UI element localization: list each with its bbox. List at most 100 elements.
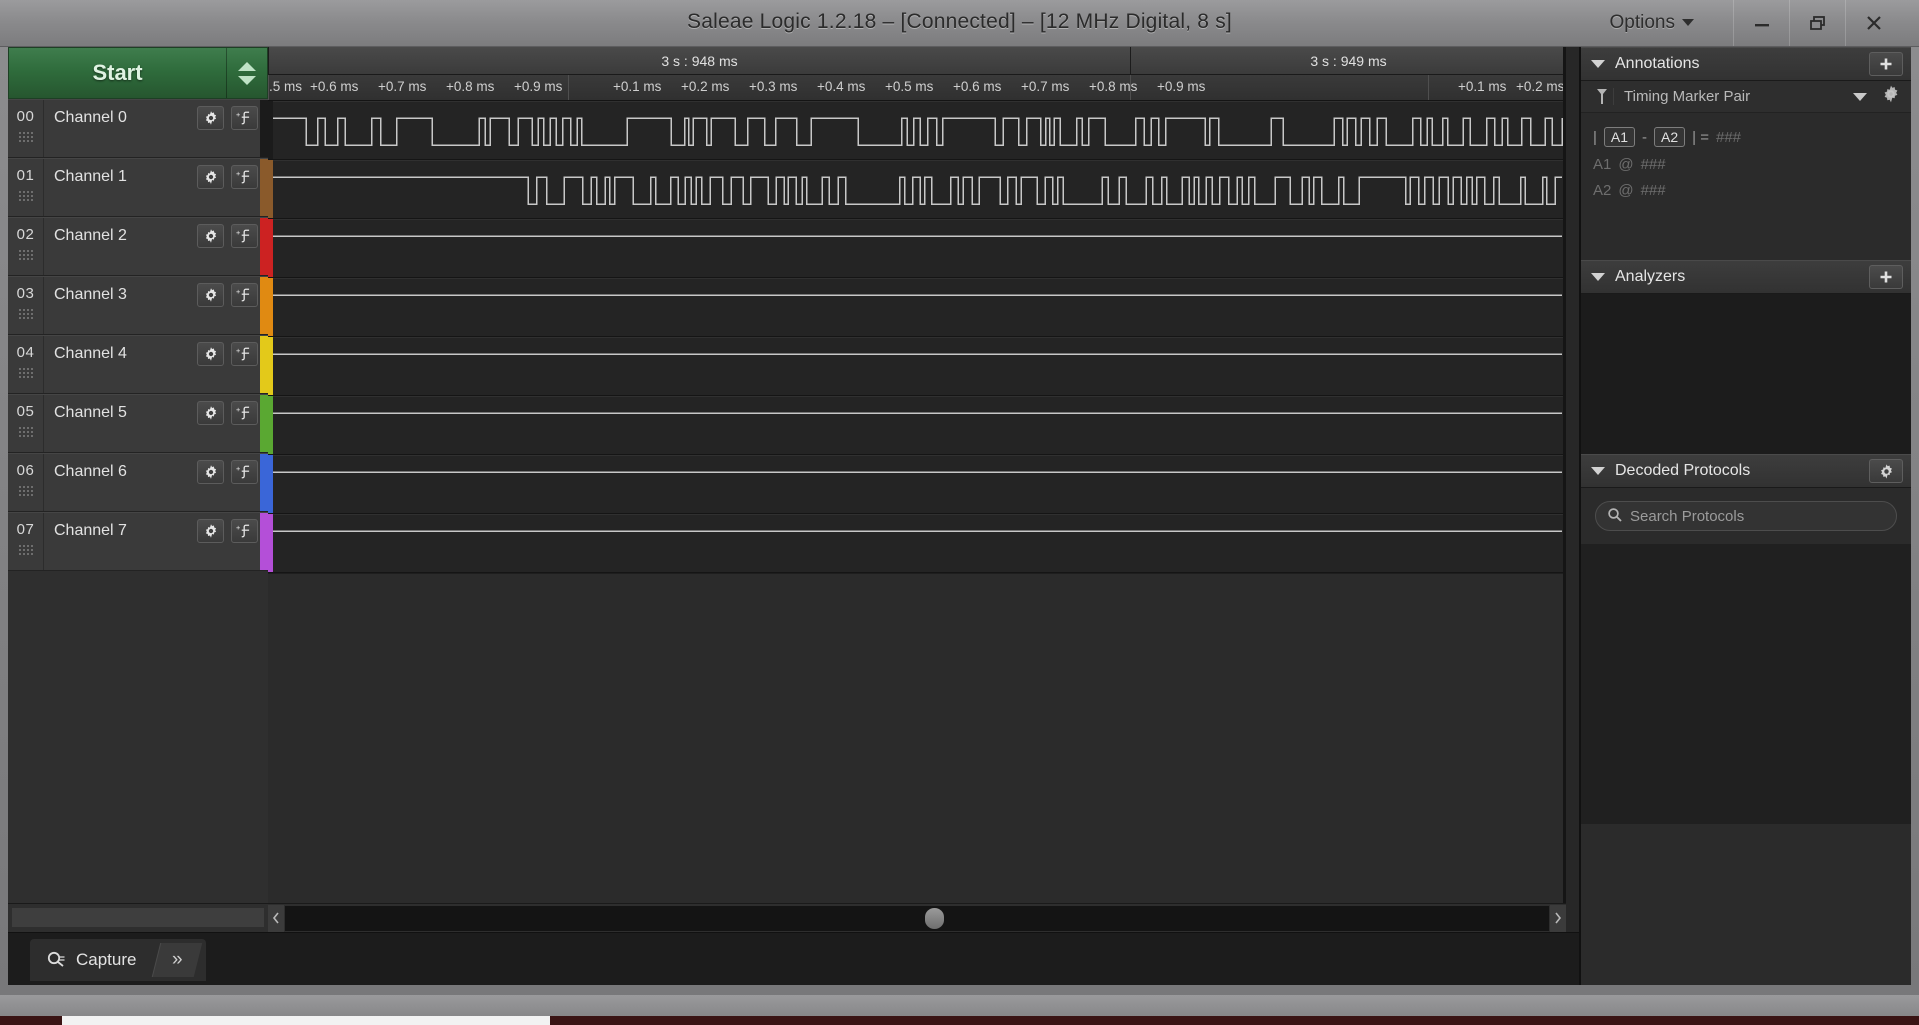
- timeline-scroll-track[interactable]: [285, 905, 1549, 931]
- channel-row[interactable]: 02 Channel 2 +: [8, 217, 268, 276]
- waveform-lane[interactable]: [268, 455, 1566, 514]
- capture-expand-button[interactable]: »: [152, 943, 203, 977]
- channel-settings-button[interactable]: [197, 106, 224, 130]
- timeline-tick-label: +0.6 ms: [953, 79, 1002, 94]
- stepper-up-icon[interactable]: [238, 61, 256, 71]
- analyzers-list[interactable]: [1581, 294, 1911, 454]
- add-analyzer-button[interactable]: [1869, 265, 1903, 289]
- marker-a1-chip[interactable]: A1: [1603, 127, 1636, 147]
- timeline-major-ruler[interactable]: 3 s : 948 ms 3 s : 949 ms: [268, 47, 1566, 75]
- options-menu-button[interactable]: Options: [1600, 9, 1704, 37]
- timeline-minor-ruler[interactable]: .5 ms +0.6 ms +0.7 ms +0.8 ms +0.9 ms +0.1 ms…: [268, 75, 1566, 101]
- close-icon: [1866, 16, 1881, 30]
- waveform-lane[interactable]: [268, 160, 1566, 219]
- start-bar: Start: [8, 47, 268, 99]
- channel-row[interactable]: 00 Channel 0 +: [8, 99, 268, 158]
- marker-settings-button[interactable]: [1881, 84, 1901, 109]
- channel-drag-grip[interactable]: [17, 131, 34, 142]
- channel-name-label[interactable]: Channel 2: [44, 218, 197, 245]
- channel-trigger-button[interactable]: +: [231, 165, 258, 189]
- channel-drag-grip[interactable]: [17, 308, 34, 319]
- add-annotation-button[interactable]: [1869, 52, 1903, 76]
- channel-trigger-button[interactable]: +: [231, 342, 258, 366]
- waveform-lane[interactable]: [268, 396, 1566, 455]
- channel-row[interactable]: 07 Channel 7 +: [8, 512, 268, 571]
- channel-panel-scrollbar[interactable]: [8, 903, 268, 932]
- channel-drag-grip[interactable]: [17, 249, 34, 260]
- channel-settings-button[interactable]: [197, 283, 224, 307]
- channel-name-label[interactable]: Channel 4: [44, 336, 197, 363]
- channel-name-label[interactable]: Channel 1: [44, 159, 197, 186]
- timeline-tick-label: .5 ms: [269, 79, 303, 94]
- collapse-annotations-icon[interactable]: [1591, 60, 1605, 68]
- lane-color-strip: [268, 337, 273, 395]
- channel-name-label[interactable]: Channel 5: [44, 395, 197, 422]
- maximize-button[interactable]: [1789, 0, 1845, 46]
- timing-marker-pair-label[interactable]: Timing Marker Pair: [1613, 88, 1853, 105]
- timeline-horizontal-scrollbar[interactable]: [268, 903, 1566, 932]
- gear-icon: [205, 406, 216, 420]
- channel-drag-grip[interactable]: [17, 367, 34, 378]
- scroll-right-button[interactable]: [1550, 904, 1566, 932]
- channel-index-column: 04: [8, 336, 44, 393]
- waveform-lane[interactable]: [268, 337, 1566, 396]
- marker-a2-chip[interactable]: A2: [1654, 127, 1686, 147]
- channel-index-label: 06: [16, 462, 35, 479]
- channel-row[interactable]: 06 Channel 6 +: [8, 453, 268, 512]
- channel-drag-grip[interactable]: [17, 544, 34, 555]
- timeline-tick-label: +0.2 ms: [681, 79, 730, 94]
- timing-marker-pair-row[interactable]: Timing Marker Pair: [1581, 81, 1911, 113]
- channel-trigger-button[interactable]: +: [231, 460, 258, 484]
- add-trigger-icon: +: [236, 110, 249, 125]
- collapse-analyzers-icon[interactable]: [1591, 273, 1605, 281]
- channel-name-label[interactable]: Channel 0: [44, 100, 197, 127]
- delta-suffix: | =: [1692, 128, 1709, 146]
- timeline-scroll-thumb[interactable]: [925, 907, 944, 929]
- graph-right-edge: [1563, 47, 1566, 932]
- channel-settings-button[interactable]: [197, 401, 224, 425]
- collapse-decoded-protocols-icon[interactable]: [1591, 467, 1605, 475]
- search-protocols-input[interactable]: [1595, 501, 1897, 531]
- channel-name-label[interactable]: Channel 6: [44, 454, 197, 481]
- scroll-left-button[interactable]: [268, 904, 284, 932]
- channel-name-label[interactable]: Channel 7: [44, 513, 197, 540]
- channel-trigger-button[interactable]: +: [231, 519, 258, 543]
- capture-magnifier-icon: [47, 951, 65, 967]
- minimize-button[interactable]: [1733, 0, 1789, 46]
- channel-settings-button[interactable]: [197, 519, 224, 543]
- waveform-lane[interactable]: [268, 219, 1566, 278]
- decoded-protocols-settings-button[interactable]: [1869, 459, 1903, 483]
- channel-settings-button[interactable]: [197, 224, 224, 248]
- waveform-lane[interactable]: [268, 514, 1566, 573]
- waveform-lane[interactable]: [268, 278, 1566, 337]
- tab-capture[interactable]: Capture »: [30, 939, 207, 981]
- channel-row[interactable]: 01 Channel 1 +: [8, 158, 268, 217]
- delta-dash: -: [1642, 128, 1648, 146]
- waveform-lane[interactable]: [268, 101, 1566, 160]
- channel-trigger-button[interactable]: +: [231, 106, 258, 130]
- channel-scroll-track[interactable]: [12, 908, 264, 927]
- annotations-body: Timing Marker Pair | A1 - A2 | = ### A1 …: [1581, 81, 1911, 260]
- start-capture-button[interactable]: Start: [9, 48, 227, 98]
- channel-index-column: 05: [8, 395, 44, 452]
- channel-row[interactable]: 03 Channel 3 +: [8, 276, 268, 335]
- close-button[interactable]: [1845, 0, 1901, 46]
- channel-name-label[interactable]: Channel 3: [44, 277, 197, 304]
- marker-dropdown-icon[interactable]: [1853, 92, 1867, 101]
- waveform-trace: [270, 235, 1562, 237]
- channel-row[interactable]: 05 Channel 5 +: [8, 394, 268, 453]
- channel-trigger-button[interactable]: +: [231, 401, 258, 425]
- add-trigger-icon: +: [236, 346, 249, 361]
- taskbar-active-item[interactable]: [62, 1016, 550, 1025]
- channel-drag-grip[interactable]: [17, 190, 34, 201]
- channel-settings-button[interactable]: [197, 165, 224, 189]
- svg-text:+: +: [236, 169, 240, 178]
- channel-trigger-button[interactable]: +: [231, 224, 258, 248]
- stepper-down-icon[interactable]: [238, 75, 256, 85]
- channel-drag-grip[interactable]: [17, 485, 34, 496]
- channel-row[interactable]: 04 Channel 4 +: [8, 335, 268, 394]
- channel-settings-button[interactable]: [197, 460, 224, 484]
- channel-trigger-button[interactable]: +: [231, 283, 258, 307]
- channel-drag-grip[interactable]: [17, 426, 34, 437]
- channel-settings-button[interactable]: [197, 342, 224, 366]
